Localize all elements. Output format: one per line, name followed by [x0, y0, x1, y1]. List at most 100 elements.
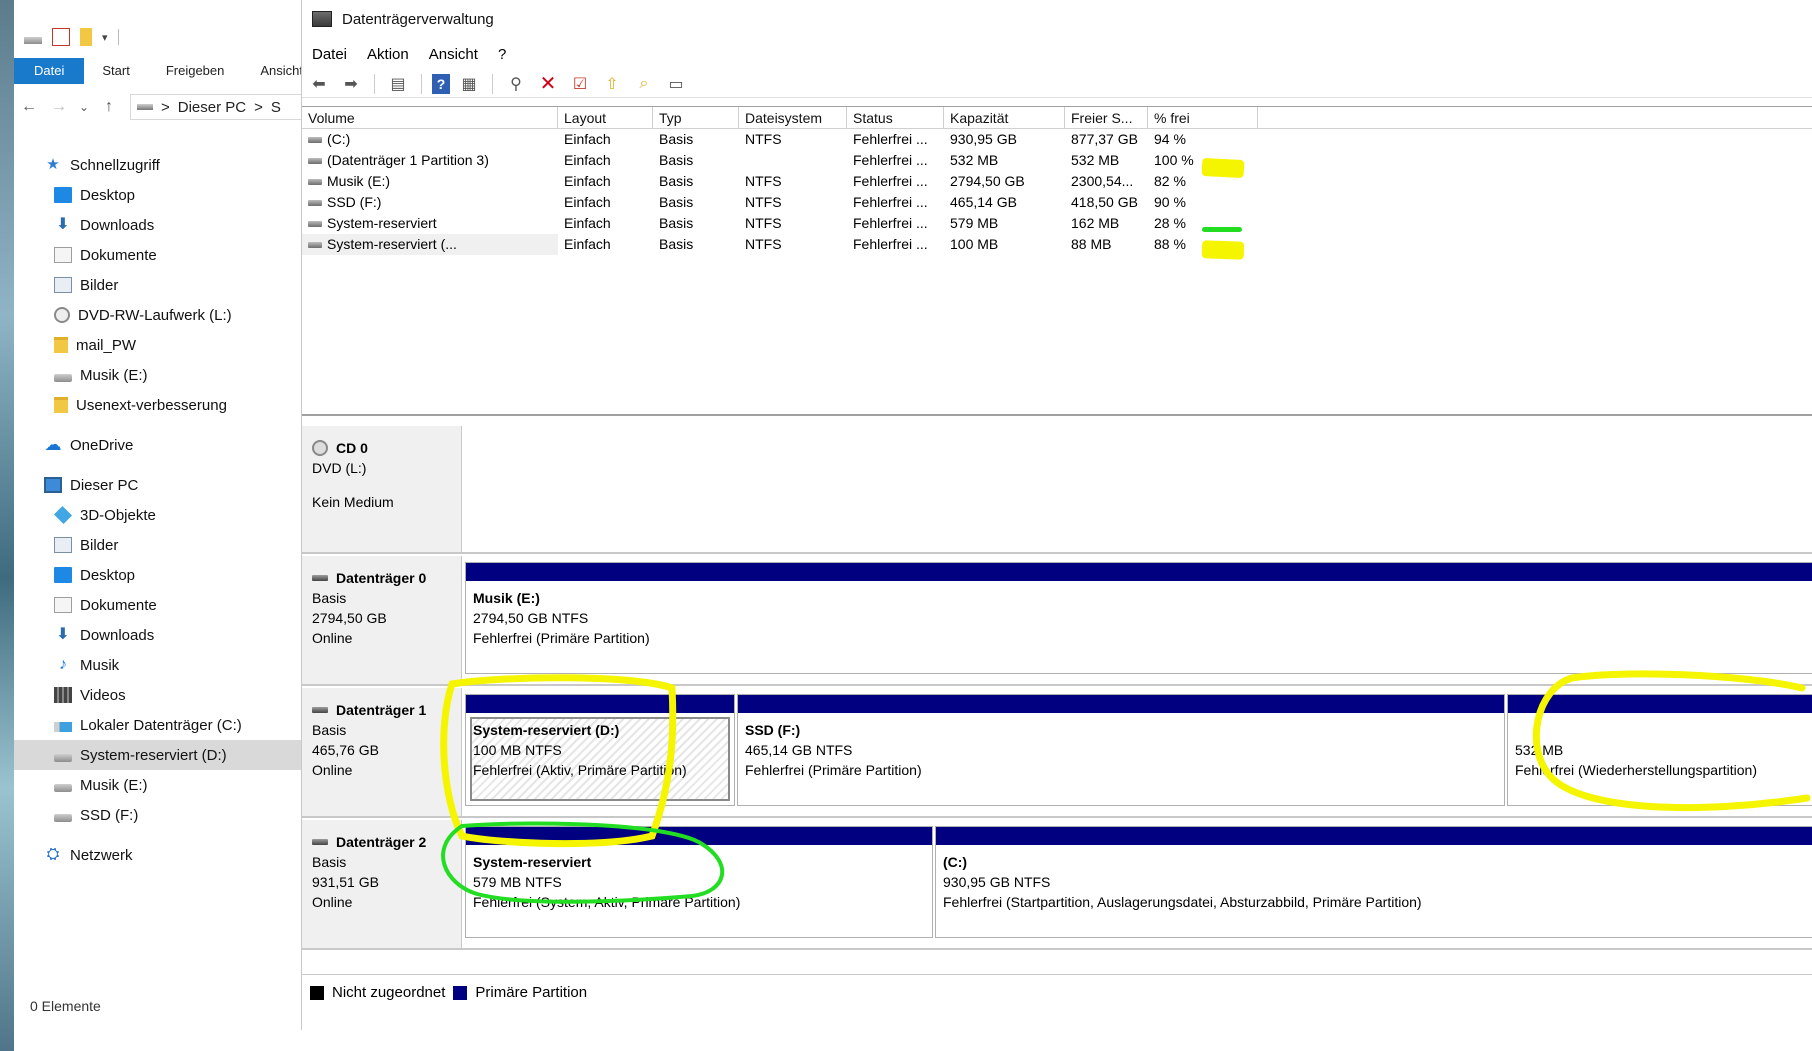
partition-status: Fehlerfrei (Wiederherstellungspartition)	[1515, 762, 1757, 778]
folder-icon	[54, 337, 68, 353]
tree-item[interactable]: ♪ Musik	[14, 650, 301, 680]
partition-system-reserviert[interactable]: System-reserviert 579 MB NTFS Fehlerfrei…	[465, 826, 933, 938]
column-header-status[interactable]: Status	[847, 107, 944, 128]
disk-row-cd0[interactable]: CD 0 DVD (L:) Kein Medium	[302, 426, 1812, 554]
back-arrow-icon[interactable]: ⬅	[306, 72, 332, 96]
search-folder-icon[interactable]: ⌕	[631, 72, 657, 96]
tree-item[interactable]: 3D-Objekte	[14, 500, 301, 530]
partition-size: 465,14 GB NTFS	[745, 742, 853, 758]
tree-item[interactable]: Dokumente	[14, 590, 301, 620]
tree-item[interactable]: Musik (E:)	[14, 770, 301, 800]
tree-dieser-pc[interactable]: Dieser PC	[14, 470, 301, 500]
disk-row-1[interactable]: Datenträger 1 Basis 465,76 GB Online Sys…	[302, 688, 1812, 818]
tree-item[interactable]: ⬇ Downloads	[14, 210, 301, 240]
tree-onedrive[interactable]: ☁ OneDrive	[14, 430, 301, 460]
delete-icon[interactable]: ✕	[535, 72, 561, 96]
tab-start[interactable]: Start	[84, 58, 147, 84]
dvd-drive-icon	[54, 307, 70, 323]
tree-label: Bilder	[80, 536, 119, 554]
desktop-icon	[54, 567, 72, 583]
column-header-volume[interactable]: Volume	[302, 107, 558, 128]
pc-drive-icon	[137, 104, 153, 110]
disk-state: Online	[312, 762, 353, 778]
tree-item[interactable]: Dokumente	[14, 240, 301, 270]
tree-item[interactable]: Desktop	[14, 180, 301, 210]
partition-system-reserviert-d[interactable]: System-reserviert (D:) 100 MB NTFS Fehle…	[465, 694, 735, 806]
tree-item[interactable]: mail_PW	[14, 330, 301, 360]
tree-label: Desktop	[80, 186, 136, 204]
menu-aktion[interactable]: Aktion	[357, 42, 419, 68]
properties-view-icon[interactable]: ▦	[456, 72, 482, 96]
tree-item[interactable]: Lokaler Datenträger (C:)	[14, 710, 301, 740]
volume-row[interactable]: SSD (F:) Einfach Basis NTFS Fehlerfrei .…	[302, 192, 1812, 213]
drive-icon[interactable]	[24, 36, 42, 44]
settings-view-icon[interactable]: ▭	[663, 72, 689, 96]
column-header-freier-speicher[interactable]: Freier S...	[1065, 107, 1148, 128]
partition-musik[interactable]: Musik (E:) 2794,50 GB NTFS Fehlerfrei (P…	[465, 562, 1812, 674]
volume-row[interactable]: Musik (E:) Einfach Basis NTFS Fehlerfrei…	[302, 171, 1812, 192]
disk-status: Kein Medium	[312, 494, 394, 510]
tree-netzwerk[interactable]: ⛭ Netzwerk	[14, 840, 301, 870]
column-header-dateisystem[interactable]: Dateisystem	[739, 107, 847, 128]
partition-status: Fehlerfrei (System, Aktiv, Primäre Parti…	[473, 894, 741, 910]
tab-datei[interactable]: Datei	[14, 58, 85, 84]
tree-schnellzugriff[interactable]: ★ Schnellzugriff	[14, 150, 301, 180]
tree-item[interactable]: Videos	[14, 680, 301, 710]
tree-label: Bilder	[80, 276, 119, 294]
cell-dateisystem	[739, 150, 847, 171]
menu-help[interactable]: ?	[488, 42, 516, 68]
breadcrumb-dieser-pc[interactable]: Dieser PC	[178, 99, 246, 116]
forward-arrow-icon[interactable]: →	[44, 98, 74, 116]
tree-item[interactable]: Desktop	[14, 560, 301, 590]
column-header-kapazitaet[interactable]: Kapazität	[944, 107, 1065, 128]
primary-partition-bar	[466, 563, 1812, 581]
back-arrow-icon[interactable]: ←	[14, 98, 44, 116]
customize-qat-icon[interactable]: ▾	[102, 31, 108, 44]
menu-datei[interactable]: Datei	[302, 42, 357, 68]
properties-icon[interactable]	[52, 28, 70, 46]
tree-item[interactable]: Usenext-verbesserung	[14, 390, 301, 420]
tree-label: Downloads	[80, 216, 155, 234]
new-folder-icon[interactable]	[80, 28, 92, 46]
connect-icon[interactable]: ⚲	[503, 72, 529, 96]
recent-locations-icon[interactable]: ⌄	[74, 100, 94, 114]
partition-name: System-reserviert (D:)	[473, 722, 620, 738]
volume-row[interactable]: (Datenträger 1 Partition 3) Einfach Basi…	[302, 150, 1812, 171]
disk-row-2[interactable]: Datenträger 2 Basis 931,51 GB Online Sys…	[302, 820, 1812, 950]
partition-ssd[interactable]: SSD (F:) 465,14 GB NTFS Fehlerfrei (Prim…	[737, 694, 1505, 806]
partition-recovery[interactable]: 532 MB Fehlerfrei (Wiederherstellungspar…	[1507, 694, 1812, 806]
disk-row-0[interactable]: Datenträger 0 Basis 2794,50 GB Online Mu…	[302, 556, 1812, 686]
folder-up-icon[interactable]: ⇧	[599, 72, 625, 96]
tree-label: System-reserviert (D:)	[80, 746, 227, 764]
volume-icon	[308, 221, 322, 228]
tree-item[interactable]: SSD (F:)	[14, 800, 301, 830]
tree-item[interactable]: Musik (E:)	[14, 360, 301, 390]
up-arrow-icon[interactable]: ↑	[94, 98, 124, 116]
tree-item[interactable]: Bilder	[14, 530, 301, 560]
column-header-typ[interactable]: Typ	[653, 107, 739, 128]
tab-ansicht[interactable]: Ansicht	[242, 58, 301, 84]
tree-item[interactable]: ⬇ Downloads	[14, 620, 301, 650]
partition-c[interactable]: (C:) 930,95 GB NTFS Fehlerfrei (Startpar…	[935, 826, 1812, 938]
column-header-prozent-frei[interactable]: % frei	[1148, 107, 1258, 128]
check-icon[interactable]: ☑	[567, 72, 593, 96]
desktop-background	[0, 0, 14, 1051]
disk-icon	[312, 707, 328, 713]
help-icon[interactable]: ?	[432, 73, 450, 94]
column-header-layout[interactable]: Layout	[558, 107, 653, 128]
primary-partition-bar	[936, 827, 1812, 845]
forward-arrow-icon[interactable]: ➡	[338, 72, 364, 96]
address-box[interactable]: > Dieser PC > S	[130, 94, 301, 120]
tab-freigeben[interactable]: Freigeben	[148, 58, 243, 84]
volume-icon	[308, 137, 322, 144]
breadcrumb-next[interactable]: S	[271, 99, 281, 116]
tree-item-selected[interactable]: System-reserviert (D:)	[14, 740, 301, 770]
console-tree-icon[interactable]: ▤	[385, 72, 411, 96]
cell-freier-speicher: 162 MB	[1071, 215, 1120, 231]
tree-item[interactable]: DVD-RW-Laufwerk (L:)	[14, 300, 301, 330]
volume-row[interactable]: System-reserviert Einfach Basis NTFS Feh…	[302, 213, 1812, 234]
menu-ansicht[interactable]: Ansicht	[419, 42, 488, 68]
volume-row[interactable]: (C:) Einfach Basis NTFS Fehlerfrei ... 9…	[302, 129, 1812, 150]
tree-item[interactable]: Bilder	[14, 270, 301, 300]
volume-row[interactable]: System-reserviert (... Einfach Basis NTF…	[302, 234, 1812, 255]
